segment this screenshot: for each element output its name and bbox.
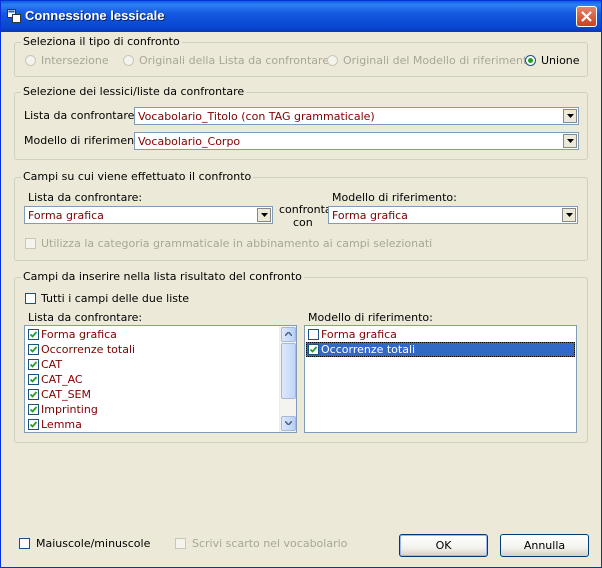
list-item[interactable]: Lemma xyxy=(26,417,280,432)
radio-intersezione-label: Intersezione xyxy=(41,54,109,67)
check-icon xyxy=(29,346,38,353)
lista-campo-label: Lista da confrontare: xyxy=(28,191,143,204)
modello-campo-label: Modello di riferimento: xyxy=(332,191,457,204)
list-item-label: Lemma xyxy=(41,418,82,431)
radio-unione[interactable] xyxy=(525,55,536,66)
list-item[interactable]: CAT_SEM xyxy=(26,387,280,402)
list-item-label: Forma grafica xyxy=(41,328,117,341)
list-item-label: CAT xyxy=(41,358,63,371)
check-icon xyxy=(29,421,38,428)
list-item[interactable]: Occorrenze totali xyxy=(26,342,280,357)
title-bar[interactable]: Connessione lessicale xyxy=(1,1,601,32)
list-item-checkbox[interactable] xyxy=(308,329,319,340)
chevron-down-icon xyxy=(567,114,574,118)
confronta-label: confronta xyxy=(279,203,332,216)
check-icon xyxy=(29,376,38,383)
close-button[interactable] xyxy=(576,6,597,27)
modello-campo-combo[interactable]: Forma grafica xyxy=(328,206,578,224)
maiuscole-label: Maiuscole/minuscole xyxy=(36,537,151,550)
tutti-campi-label: Tutti i campi delle due liste xyxy=(41,292,190,305)
list-item-label: Occorrenze totali xyxy=(321,343,416,356)
scrivi-scarto-label: Scrivi scarto nel vocabolario xyxy=(192,537,348,550)
group-inserire-legend: Campi da inserire nella lista risultato … xyxy=(21,270,304,283)
window-title: Connessione lessicale xyxy=(25,8,165,23)
list-item-checkbox[interactable] xyxy=(28,374,39,385)
list-item[interactable]: CAT_AC xyxy=(26,372,280,387)
list-item-selected[interactable]: Occorrenze totali xyxy=(306,342,575,357)
radio-intersezione[interactable] xyxy=(25,55,36,66)
close-icon xyxy=(581,11,592,22)
list-item-label: Imprinting xyxy=(41,403,98,416)
chevron-up-icon xyxy=(285,332,292,336)
scroll-thumb[interactable] xyxy=(281,343,296,399)
modello-lessico-value: Vocabolario_Corpo xyxy=(138,135,241,148)
ok-button[interactable]: OK xyxy=(399,534,488,557)
lista-campi-label: Lista da confrontare: xyxy=(28,311,143,324)
modello-campi-label: Modello di riferimento: xyxy=(308,311,433,324)
chevron-down-icon xyxy=(567,139,574,143)
check-icon xyxy=(29,391,38,398)
tutti-campi-checkbox[interactable] xyxy=(25,293,36,304)
chevron-down-icon xyxy=(261,213,268,217)
list-item[interactable]: Imprinting xyxy=(26,402,280,417)
list-item-checkbox[interactable] xyxy=(28,359,39,370)
radio-originali-modello[interactable] xyxy=(327,55,338,66)
modello-campi-listbox[interactable]: Forma grafica Occorrenze totali xyxy=(304,325,577,433)
radio-unione-label: Unione xyxy=(541,54,580,67)
dialog-window: Connessione lessicale Seleziona il tipo … xyxy=(0,0,602,568)
list-item-label: Occorrenze totali xyxy=(41,343,136,356)
radio-originali-modello-label: Originali del Modello di riferimento xyxy=(343,54,535,67)
maiuscole-checkbox[interactable] xyxy=(19,538,30,549)
lista-lessico-value: Vocabolario_Titolo (con TAG grammaticale… xyxy=(138,110,375,123)
check-icon xyxy=(29,361,38,368)
modello-campo-dropdown-button[interactable] xyxy=(562,208,576,222)
scroll-up-button[interactable] xyxy=(281,327,296,342)
scroll-down-button[interactable] xyxy=(281,416,296,431)
lista-campo-combo[interactable]: Forma grafica xyxy=(24,206,273,224)
lista-campi-listbox[interactable]: Forma grafica Occorrenze totali CAT CAT_… xyxy=(24,325,297,433)
lista-campo-dropdown-button[interactable] xyxy=(257,208,271,222)
chevron-down-icon xyxy=(285,421,292,425)
lista-lessico-label: Lista da confrontare: xyxy=(24,109,139,122)
list-item[interactable]: CAT xyxy=(26,357,280,372)
modello-campo-value: Forma grafica xyxy=(332,209,408,222)
list-item-checkbox[interactable] xyxy=(28,419,39,430)
group-tipo-legend: Seleziona il tipo di confronto xyxy=(21,35,182,48)
list-item[interactable]: Forma grafica xyxy=(306,327,575,342)
chevron-down-icon xyxy=(566,213,573,217)
check-icon xyxy=(29,406,38,413)
categoria-checkbox[interactable] xyxy=(25,238,36,249)
check-icon xyxy=(309,346,318,353)
list-item-label: CAT_SEM xyxy=(41,388,91,401)
app-icon xyxy=(7,9,21,23)
list-item-checkbox[interactable] xyxy=(28,404,39,415)
lista-campi-scrollbar[interactable] xyxy=(279,326,296,432)
annulla-button[interactable]: Annulla xyxy=(500,534,589,557)
list-item[interactable]: Forma grafica xyxy=(26,327,280,342)
categoria-checkbox-label: Utilizza la categoria grammaticale in ab… xyxy=(41,237,433,250)
list-item-label: Forma grafica xyxy=(321,328,397,341)
list-item-label: CAT_AC xyxy=(41,373,83,386)
lista-campo-value: Forma grafica xyxy=(28,209,104,222)
lista-lessico-combo[interactable]: Vocabolario_Titolo (con TAG grammaticale… xyxy=(134,107,579,125)
modello-lessico-combo[interactable]: Vocabolario_Corpo xyxy=(134,132,579,150)
list-item-checkbox[interactable] xyxy=(28,329,39,340)
radio-originali-lista-label: Originali della Lista da confrontare xyxy=(139,54,330,67)
lista-lessico-dropdown-button[interactable] xyxy=(563,109,577,123)
check-icon xyxy=(29,331,38,338)
list-item-checkbox[interactable] xyxy=(308,344,319,355)
radio-originali-lista[interactable] xyxy=(123,55,134,66)
con-label: con xyxy=(293,216,313,229)
radio-selected-dot xyxy=(528,58,533,63)
modello-lessico-label: Modello di riferimento: xyxy=(24,134,149,147)
group-campi-legend: Campi su cui viene effettuato il confron… xyxy=(21,170,254,183)
group-lessici-legend: Selezione dei lessici/liste da confronta… xyxy=(21,85,247,98)
modello-lessico-dropdown-button[interactable] xyxy=(563,134,577,148)
scrivi-scarto-checkbox[interactable] xyxy=(175,538,186,549)
list-item-checkbox[interactable] xyxy=(28,389,39,400)
list-item-checkbox[interactable] xyxy=(28,344,39,355)
